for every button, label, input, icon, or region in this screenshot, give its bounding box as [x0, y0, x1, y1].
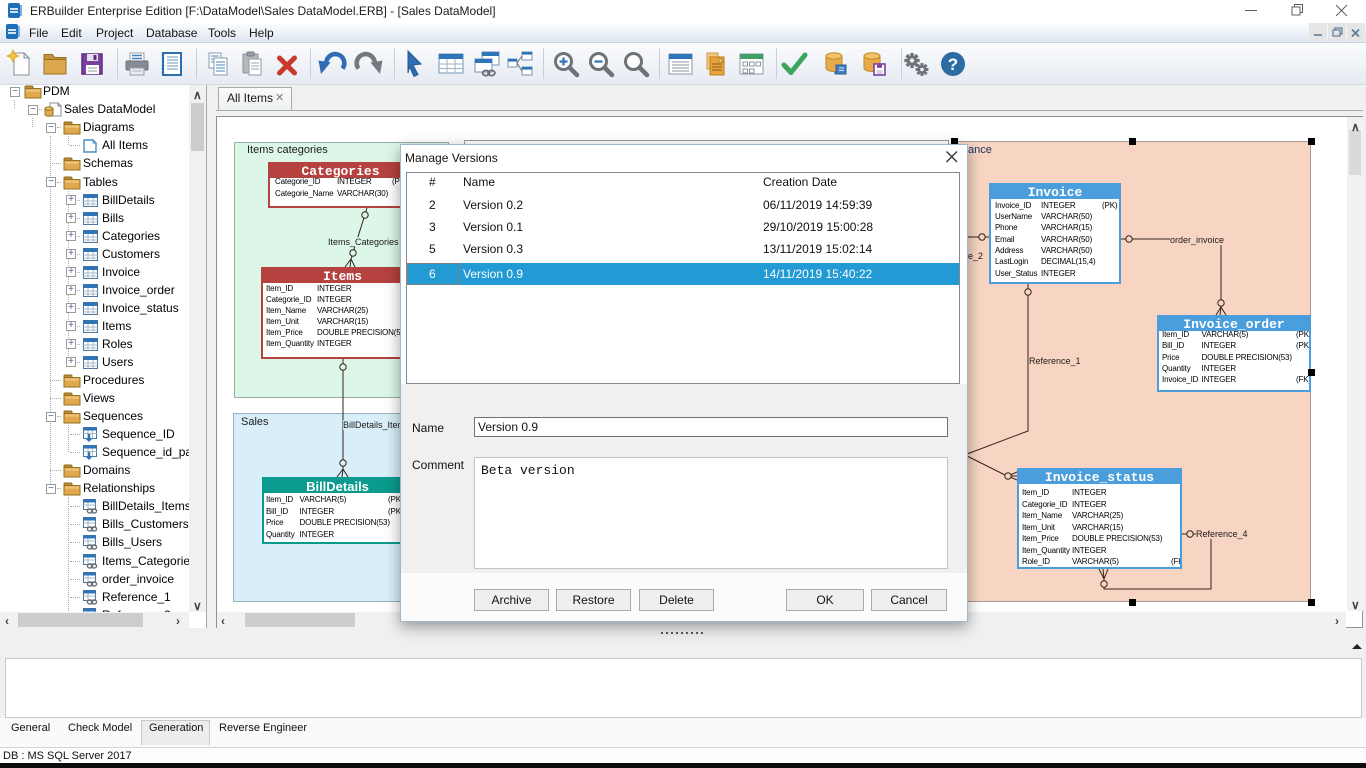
- svg-text:?: ?: [948, 55, 958, 74]
